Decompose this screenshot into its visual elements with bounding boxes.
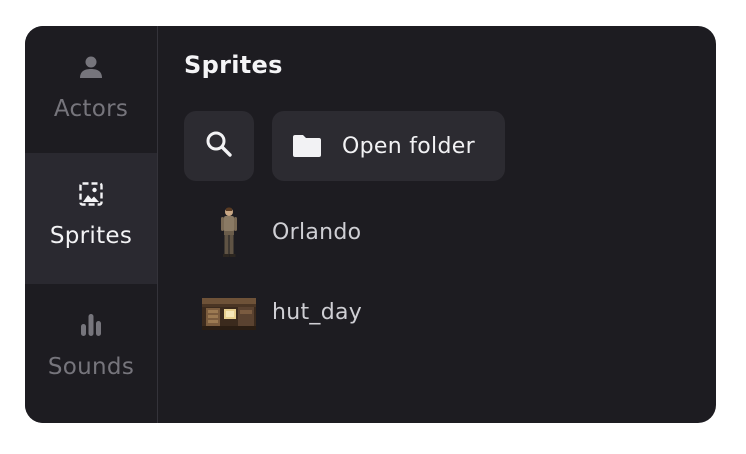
- person-icon: [78, 54, 104, 80]
- sprite-thumbnail-character: [202, 206, 256, 266]
- open-folder-label: Open folder: [342, 133, 475, 159]
- open-folder-button[interactable]: Open folder: [272, 111, 505, 181]
- list-item[interactable]: Orlando: [184, 206, 684, 266]
- sidebar-item-label: Sprites: [49, 223, 133, 249]
- folder-icon: [292, 133, 322, 159]
- sprites-content: Sprites Open folder Orlando hut_day: [158, 26, 716, 423]
- sound-bars-icon: [78, 312, 104, 338]
- sprite-name: hut_day: [272, 300, 363, 325]
- sprites-panel: Actors Sprites Sounds Sprites Open folde…: [25, 26, 716, 423]
- sidebar-item-actors[interactable]: Actors: [25, 26, 157, 157]
- sidebar-item-sounds[interactable]: Sounds: [25, 284, 157, 415]
- search-button[interactable]: [184, 111, 254, 181]
- search-icon: [204, 129, 234, 163]
- sidebar: Actors Sprites Sounds: [25, 26, 158, 423]
- page-title: Sprites: [184, 51, 283, 79]
- sidebar-item-sprites[interactable]: Sprites: [25, 153, 157, 284]
- sidebar-item-label: Sounds: [47, 354, 135, 380]
- image-icon: [78, 181, 104, 207]
- list-item[interactable]: hut_day: [184, 286, 684, 346]
- sprite-thumbnail-background: [202, 298, 256, 330]
- sidebar-item-label: Actors: [53, 96, 129, 122]
- sprite-name: Orlando: [272, 220, 362, 245]
